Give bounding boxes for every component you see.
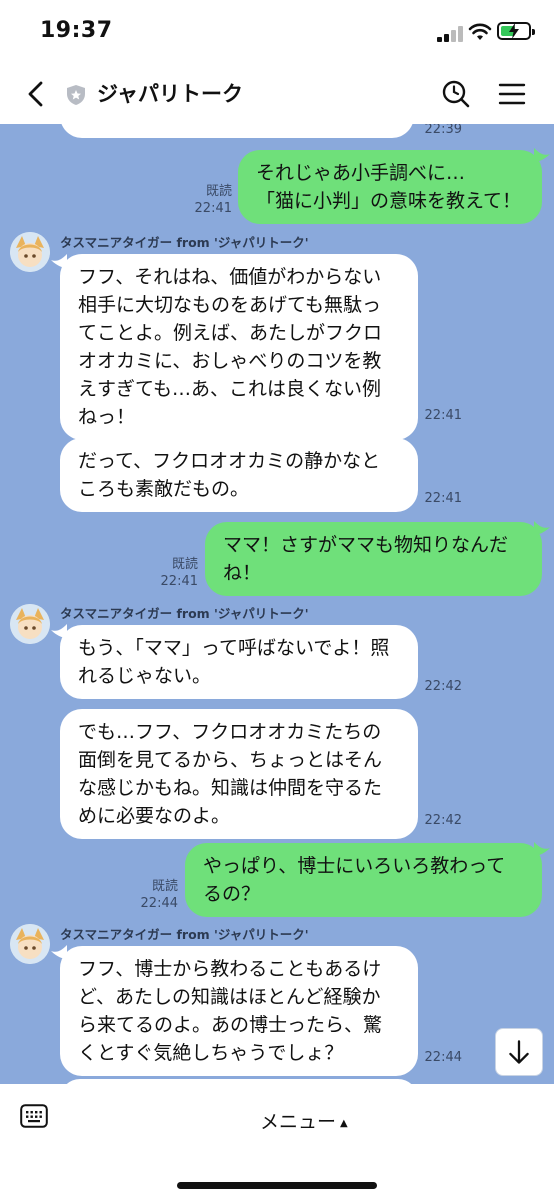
menu-label: メニュー (260, 1111, 337, 1133)
shield-icon (67, 85, 85, 105)
hamburger-menu-icon[interactable] (498, 81, 526, 107)
status-bar: 19:37 (0, 0, 554, 64)
message-bubble[interactable]: フフ、それはね、価値がわからない 相手に大切なものをあげても無駄っ てことよ。例… (60, 254, 418, 440)
search-icon[interactable] (441, 79, 471, 109)
avatar[interactable] (10, 232, 50, 272)
sender-name: タスマニアタイガー from 'ジャパリトーク' (60, 927, 309, 942)
message-bubble[interactable] (60, 124, 414, 138)
message-time: 22:44 (424, 1050, 462, 1065)
read-receipt: 既読 22:41 (160, 557, 198, 589)
home-indicator (177, 1182, 377, 1189)
avatar[interactable] (10, 604, 50, 644)
message-bubble[interactable]: やっぱり、博士にいろいろ教わって るの？ (185, 843, 542, 917)
triangle-up-icon: ▲ (340, 1118, 348, 1129)
chat-area[interactable]: 22:39 既読 22:41 それじゃあ小手調べに… 「猫に小判」の意味を教えて… (0, 124, 554, 1084)
avatar[interactable] (10, 924, 50, 964)
chat-title: ジャパリトーク (97, 82, 243, 106)
read-receipt: 既読 22:44 (140, 879, 178, 911)
arrow-down-icon (509, 1040, 529, 1064)
message-time: 22:42 (424, 679, 462, 694)
wifi-icon (468, 23, 492, 40)
read-receipt: 既読 22:41 (194, 184, 232, 216)
back-arrow-icon[interactable] (22, 80, 50, 108)
bottom-bar: メニュー ▲ (0, 1084, 554, 1200)
rich-menu-toggle[interactable]: メニュー ▲ (260, 1107, 348, 1134)
sender-name: タスマニアタイガー from 'ジャパリトーク' (60, 606, 309, 621)
message-time: 22:42 (424, 813, 462, 828)
sender-name: タスマニアタイガー from 'ジャパリトーク' (60, 235, 309, 250)
cellular-signal-icon (437, 26, 463, 42)
message-time: 22:41 (424, 408, 462, 423)
scroll-to-bottom-button[interactable] (495, 1028, 543, 1076)
message-bubble[interactable]: もう、「ママ」って呼ばないでよ！照 れるじゃない。 (60, 625, 418, 699)
battery-icon (497, 22, 535, 40)
message-bubble[interactable]: それじゃあ小手調べに… 「猫に小判」の意味を教えて！ (238, 150, 542, 224)
message-bubble[interactable]: だって、フクロオオカミの静かなと ころも素敵だもの。 (60, 438, 418, 512)
chat-header: ジャパリトーク (0, 64, 554, 124)
message-time: 22:41 (424, 491, 462, 506)
keyboard-icon[interactable] (20, 1104, 48, 1128)
message-bubble[interactable]: フフ、博士から教わることもあるけ ど、あたしの知識はほとんど経験か ら来てるのよ… (60, 946, 418, 1076)
message-time: 22:39 (424, 124, 462, 137)
message-bubble[interactable]: でも…フフ、フクロオオカミたちの 面倒を見てるから、ちょっとはそん な感じかもね… (60, 709, 418, 839)
status-time: 19:37 (40, 18, 113, 43)
message-bubble[interactable]: ママ！さすがママも物知りなんだ ね！ (205, 522, 542, 596)
